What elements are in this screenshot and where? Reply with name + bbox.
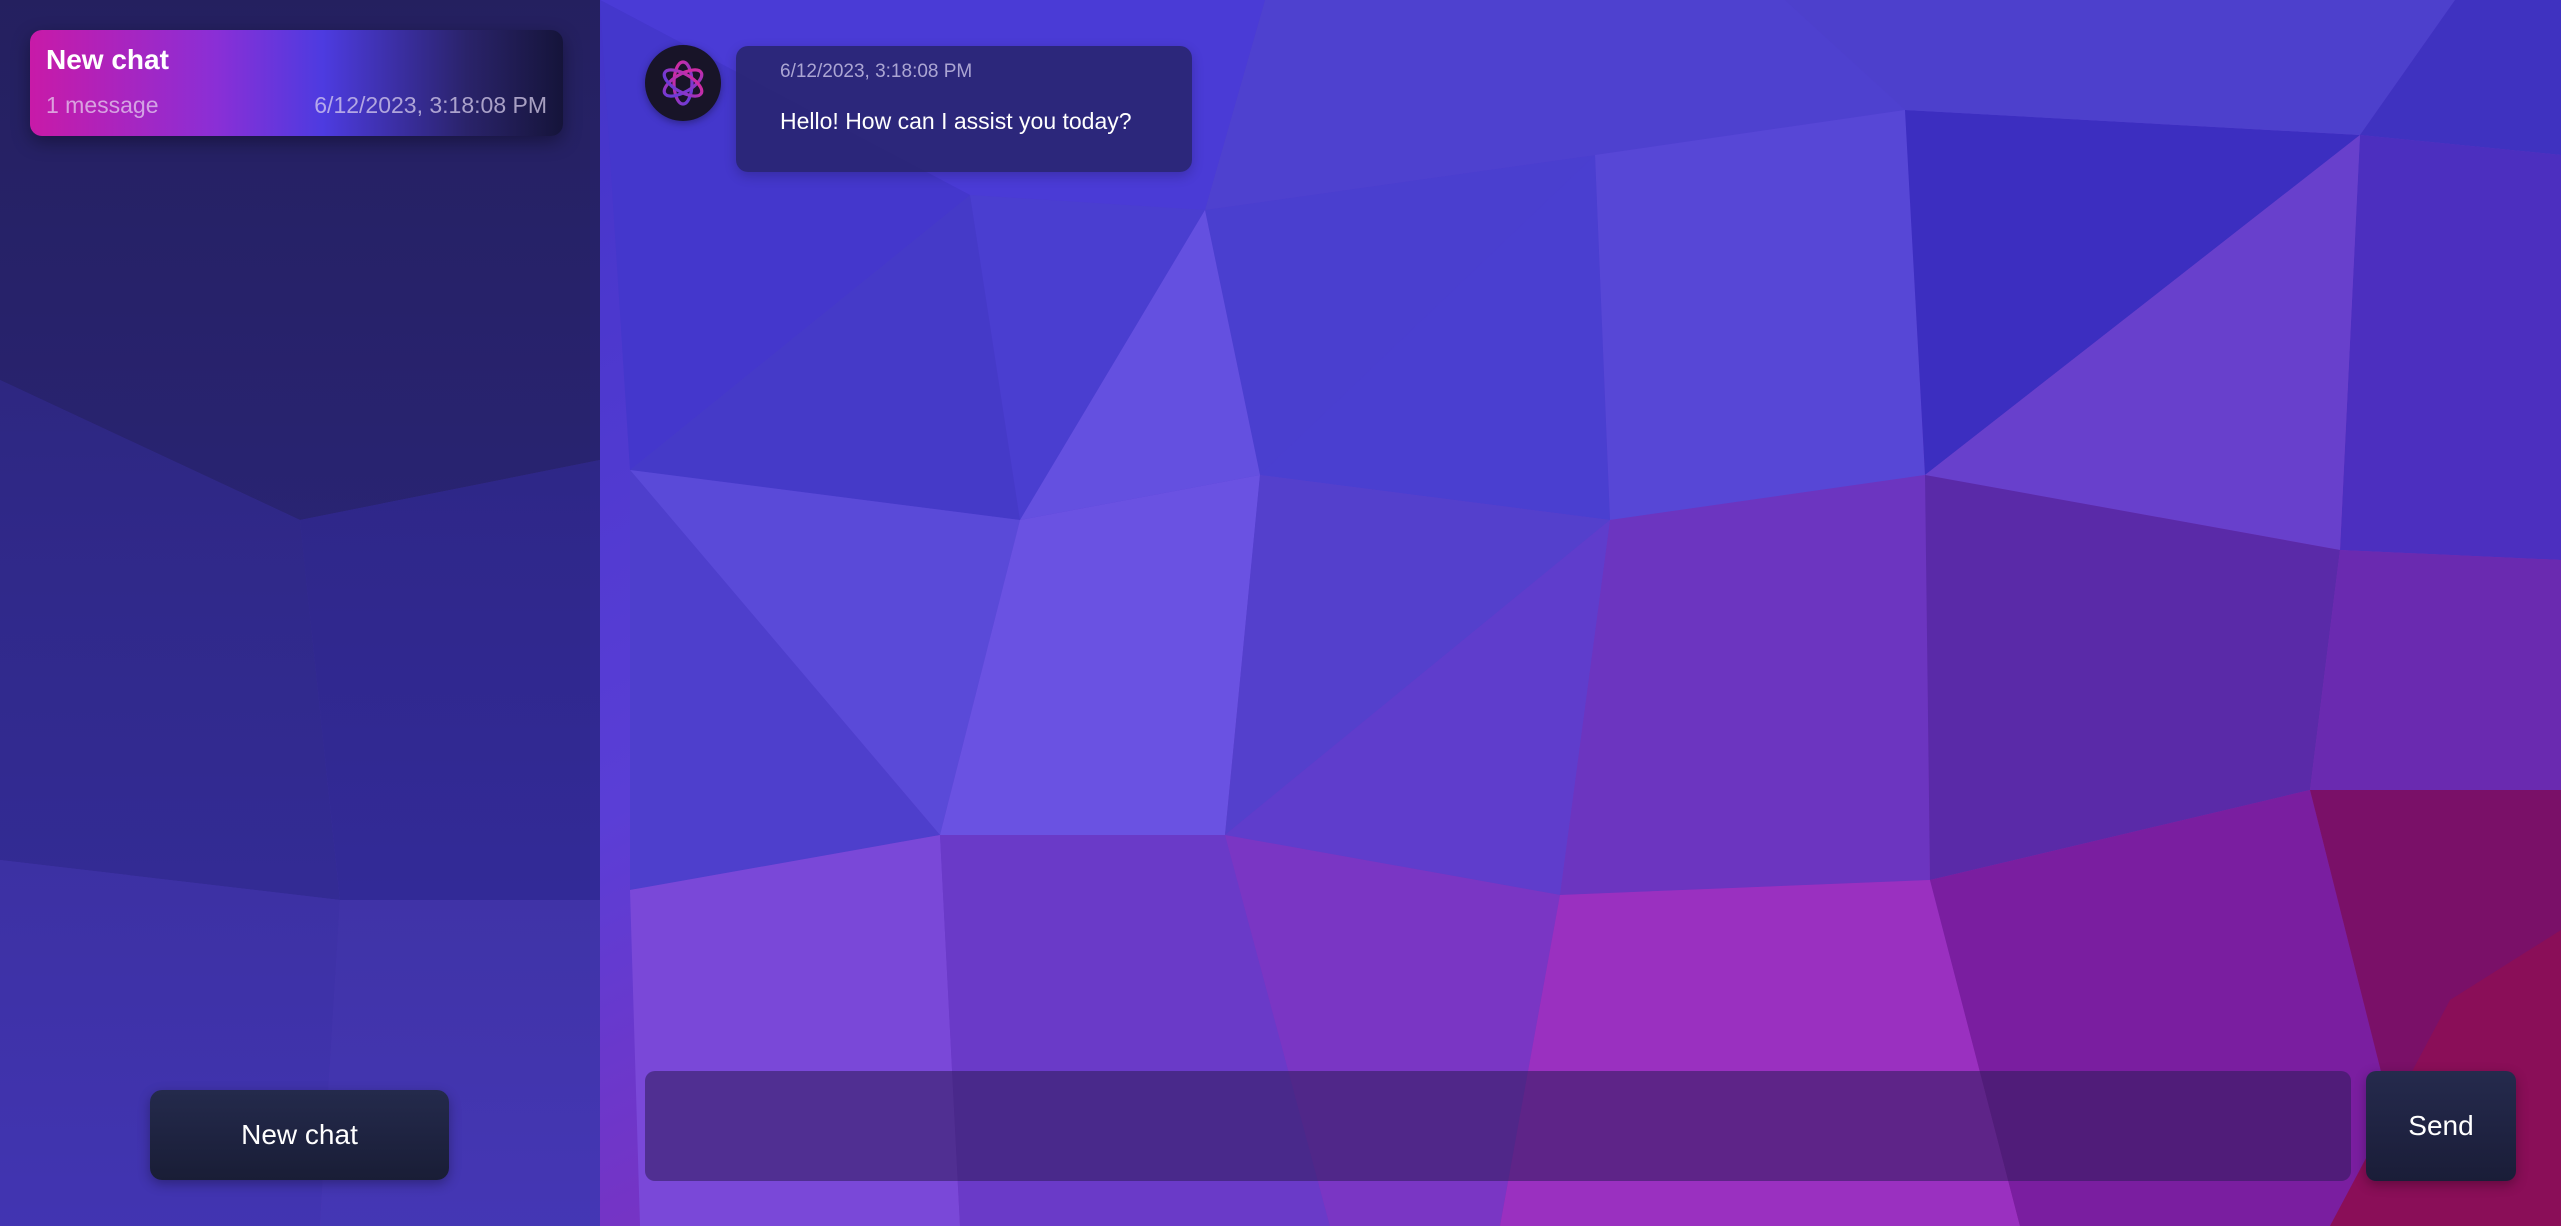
new-chat-button[interactable]: New chat xyxy=(150,1090,449,1180)
chat-message-count: 1 message xyxy=(46,92,159,118)
message-input[interactable] xyxy=(645,1071,2351,1181)
chat-timestamp: 6/12/2023, 3:18:08 PM xyxy=(314,92,547,118)
sidebar: New chat 1 message 6/12/2023, 3:18:08 PM… xyxy=(0,0,600,1226)
message-text: Hello! How can I assist you today? xyxy=(780,108,1132,134)
chat-title: New chat xyxy=(46,44,169,75)
assistant-message: 6/12/2023, 3:18:08 PM Hello! How can I a… xyxy=(736,46,1192,172)
chat-main: 6/12/2023, 3:18:08 PM Hello! How can I a… xyxy=(600,0,2561,1226)
message-timestamp: 6/12/2023, 3:18:08 PM xyxy=(780,61,973,82)
chat-list-item[interactable]: New chat 1 message 6/12/2023, 3:18:08 PM xyxy=(30,30,563,136)
openai-logo-icon xyxy=(662,60,704,106)
assistant-avatar xyxy=(645,45,721,121)
send-button[interactable]: Send xyxy=(2366,1071,2516,1181)
